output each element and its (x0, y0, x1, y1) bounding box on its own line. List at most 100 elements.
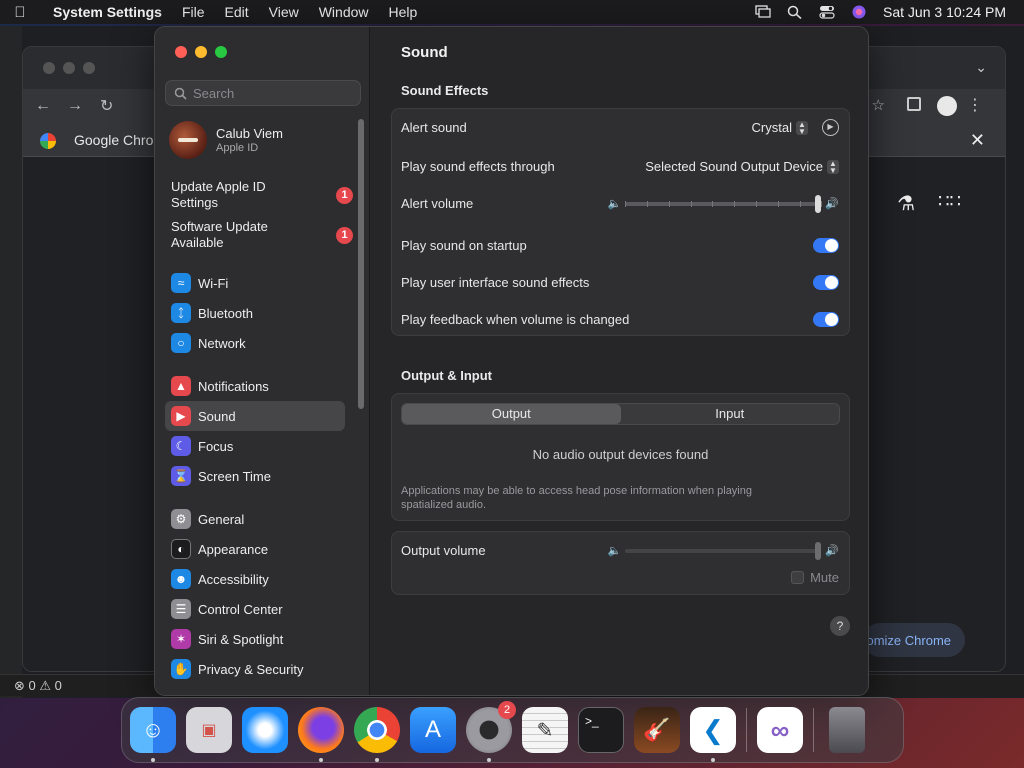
notice-label: Update Apple ID Settings (171, 179, 266, 210)
siri-icon[interactable] (851, 5, 867, 19)
mute-checkbox[interactable] (791, 571, 805, 584)
side-panel-icon[interactable] (907, 97, 921, 111)
help-button[interactable]: ? (830, 616, 850, 636)
sidebar-item-notifications[interactable]: ▲ Notifications (165, 371, 345, 401)
star-icon[interactable]: ☆ (872, 96, 885, 114)
avatar (169, 121, 207, 159)
terminal-icon[interactable]: >_ (578, 707, 624, 753)
sidebar-scrollbar[interactable] (358, 119, 364, 409)
sidebar-item-network[interactable]: ○ Network (165, 328, 345, 358)
tab-output[interactable]: Output (402, 404, 621, 424)
search-input[interactable] (193, 85, 353, 101)
textedit-icon[interactable]: ✎ (522, 707, 568, 753)
spotlight-search-icon[interactable] (787, 5, 803, 20)
ui-sound-effects-toggle[interactable] (813, 275, 839, 290)
system-settings-icon[interactable]: 2 (466, 701, 516, 762)
garageband-icon[interactable]: 🎸 (634, 707, 680, 753)
menu-edit[interactable]: Edit (215, 4, 259, 20)
speaker-low-icon: 🔈 (607, 545, 622, 557)
chevron-updown-icon: ▲ ▼ (827, 159, 839, 174)
menu-bar:  System Settings File Edit View Window … (0, 0, 1024, 24)
sidebar-item-focus[interactable]: ☾ Focus (165, 431, 345, 461)
sidebar-group-network: ≈ Wi-Fi ᛨ Bluetooth ○ Network (165, 268, 345, 358)
chrome-icon[interactable] (354, 707, 400, 762)
no-devices-message: No audio output devices found (532, 447, 709, 462)
control-center-icon: ☰ (171, 599, 191, 619)
firefox-icon[interactable] (298, 707, 344, 762)
slider-knob[interactable] (815, 194, 822, 213)
dock-separator (746, 708, 747, 752)
sidebar-item-general[interactable]: ⚙ General (165, 504, 345, 534)
menu-window[interactable]: Window (309, 4, 379, 20)
back-arrow-icon[interactable]: ← (35, 97, 51, 115)
close-window-button[interactable] (175, 46, 187, 58)
profile-subtitle: Apple ID (216, 142, 259, 154)
sidebar-item-sound[interactable]: ▶ Sound (165, 401, 345, 431)
sidebar-group-notifications: ▲ Notifications ▶ Sound ☾ Focus ⌛ Screen Tim… (165, 371, 345, 491)
play-icon[interactable]: ▶ (822, 119, 839, 136)
sidebar-item-privacy-security[interactable]: ✋ Privacy & Security (165, 654, 345, 684)
sidebar-item-appearance[interactable]: ◐ Appearance (165, 534, 345, 564)
app-store-icon[interactable]: A (410, 707, 456, 753)
speaker-high-icon: 🔊 (825, 545, 839, 557)
vscode-icon[interactable]: ❮ (690, 707, 736, 762)
finder-icon[interactable]: ☺ (130, 707, 176, 762)
sidebar-item-wifi[interactable]: ≈ Wi-Fi (165, 268, 345, 298)
zoom-window-button[interactable] (215, 46, 227, 58)
trash-icon[interactable] (829, 707, 865, 753)
screen-mirroring-icon[interactable] (755, 5, 771, 19)
vscode-problems-count[interactable]: ⊗ 0 ⚠ 0 (14, 678, 62, 694)
profile-icon[interactable] (937, 96, 957, 116)
menu-help[interactable]: Help (379, 4, 428, 20)
customize-chrome-button[interactable]: tomize Chrome (862, 623, 965, 657)
moon-icon: ☾ (171, 436, 191, 456)
sidebar-item-siri-spotlight[interactable]: ✶ Siri & Spotlight (165, 624, 345, 654)
bookmark-label[interactable]: Google Chrom (74, 132, 165, 148)
control-center-icon[interactable] (819, 5, 835, 19)
more-options-icon[interactable]: ⋮ (967, 95, 983, 115)
update-apple-id-notice[interactable]: Update Apple ID Settings 1 (171, 179, 361, 211)
accessibility-icon: ☻ (171, 569, 191, 589)
launchpad-icon[interactable]: ▣ (186, 707, 232, 753)
chrome-close-dot[interactable] (43, 62, 55, 74)
minimize-window-button[interactable] (195, 46, 207, 58)
bell-icon: ▲ (171, 376, 191, 396)
safari-icon[interactable]: ✦ (242, 707, 288, 753)
volume-feedback-toggle[interactable] (813, 312, 839, 327)
sidebar-item-bluetooth[interactable]: ᛨ Bluetooth (165, 298, 345, 328)
apple-id-profile[interactable]: Calub Viem Apple ID (169, 121, 283, 159)
sidebar-item-screen-time[interactable]: ⌛ Screen Time (165, 461, 345, 491)
menu-file[interactable]: File (172, 4, 215, 20)
startup-sound-toggle[interactable] (813, 238, 839, 253)
mute-checkbox-row[interactable]: Mute (791, 570, 839, 585)
search-field[interactable] (165, 80, 361, 106)
output-volume-slider[interactable] (625, 541, 822, 560)
tab-input[interactable]: Input (621, 404, 840, 424)
menu-bar-clock[interactable]: Sat Jun 3 10:24 PM (883, 4, 1006, 20)
output-input-heading: Output & Input (401, 368, 492, 383)
alert-sound-popup[interactable]: Crystal ▲ ▼ (752, 120, 808, 135)
software-update-notice[interactable]: Software Update Available 1 (171, 219, 361, 251)
apple-menu-icon[interactable]:  (0, 4, 40, 21)
menu-view[interactable]: View (259, 4, 309, 20)
slider-knob[interactable] (815, 541, 822, 560)
chrome-minimize-dot[interactable] (63, 62, 75, 74)
sidebar-item-control-center[interactable]: ☰ Control Center (165, 594, 345, 624)
startup-sound-row: Play sound on startup (392, 227, 849, 264)
sidebar-item-accessibility[interactable]: ☻ Accessibility (165, 564, 345, 594)
alert-volume-slider[interactable] (625, 194, 823, 213)
visual-studio-icon[interactable]: ∞ (757, 707, 803, 753)
system-settings-window: Calub Viem Apple ID Update Apple ID Sett… (154, 26, 869, 696)
play-through-popup[interactable]: Selected Sound Output Device ▲ ▼ (645, 159, 839, 174)
output-volume-label: Output volume (401, 543, 486, 558)
mute-label: Mute (810, 570, 839, 585)
reload-icon[interactable]: ↻ (100, 96, 113, 116)
chevron-down-icon[interactable]: ⌄ (975, 59, 987, 76)
labs-flask-icon[interactable]: ⚗ (897, 191, 915, 216)
close-icon[interactable]: ✕ (970, 130, 985, 151)
menu-app-name[interactable]: System Settings (40, 4, 172, 20)
forward-arrow-icon[interactable]: → (67, 97, 83, 115)
window-controls (175, 46, 227, 58)
apps-grid-icon[interactable]: ∷∷ (938, 191, 961, 212)
chrome-zoom-dot[interactable] (83, 62, 95, 74)
